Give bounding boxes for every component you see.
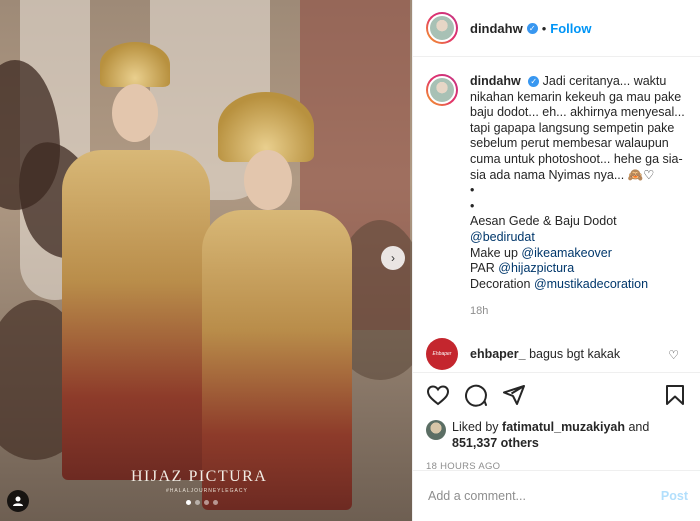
post-header: dindahw ✓ • Follow (413, 0, 700, 57)
author-avatar[interactable] (426, 12, 458, 44)
tagged-people-button[interactable] (7, 490, 29, 512)
carousel-dot (195, 500, 200, 505)
caption-body: dindahw ✓ Jadi ceritanya... waktu nikaha… (470, 74, 687, 320)
caption-bullet: • (470, 198, 475, 213)
groom-face (112, 84, 158, 142)
caption: dindahw ✓ Jadi ceritanya... waktu nikaha… (426, 74, 687, 320)
verified-badge-icon: ✓ (526, 22, 538, 34)
mention-link[interactable]: @bedirudat (470, 230, 535, 244)
next-photo-button[interactable]: › (381, 246, 405, 270)
credit-line: PAR @hijazpictura (470, 261, 575, 276)
chevron-right-icon: › (391, 251, 395, 265)
photo-watermark-hashtag: #HALALJOURNEYLEGACY (166, 488, 248, 494)
post-sidebar: dindahw ✓ • Follow dindahw ✓ Jadi cerita… (412, 0, 700, 521)
likes-count[interactable]: 851,337 others (452, 436, 539, 450)
header-separator: • (541, 20, 547, 36)
credit-line: @bedirudat (470, 230, 687, 246)
caption-avatar[interactable] (426, 74, 458, 106)
comment-input[interactable] (428, 489, 661, 503)
bride-outfit (202, 210, 352, 510)
mention-link[interactable]: @mustikadecoration (534, 277, 648, 291)
caption-outfit-line: Aesan Gede & Baju Dodot (470, 214, 617, 229)
follow-button[interactable]: Follow (550, 21, 591, 36)
photo-watermark: HIJAZ PICTURA (131, 468, 268, 485)
caption-text: Jadi ceritanya... waktu nikahan kemarin … (470, 74, 685, 182)
commenter-username[interactable]: ehbaper_ (470, 347, 526, 361)
add-comment-bar: Post (413, 470, 700, 521)
carousel-dot (204, 500, 209, 505)
caption-timestamp[interactable]: 18h (470, 304, 687, 320)
bookmark-icon[interactable] (663, 383, 687, 407)
commenter-avatar[interactable]: Ehbaper (426, 337, 458, 370)
groom-crown (100, 42, 170, 87)
likes-summary: Liked by fatimatul_muzakiyah and 851,337… (426, 419, 691, 451)
user-tag-icon (13, 496, 23, 506)
share-icon[interactable] (502, 383, 526, 407)
credit-line: Decoration @mustikadecoration (470, 276, 649, 291)
comments-section[interactable]: dindahw ✓ Jadi ceritanya... waktu nikaha… (413, 58, 700, 378)
comment-like-heart-icon[interactable]: ♡ (668, 348, 679, 362)
credit-line: Make up @ikeamakeover (470, 245, 612, 260)
post-photo[interactable]: HIJAZ PICTURA #HALALJOURNEYLEGACY › (0, 0, 412, 521)
groom-outfit (62, 150, 210, 480)
carousel-indicator (186, 500, 218, 505)
mention-link[interactable]: @hijazpictura (498, 261, 574, 275)
author-username[interactable]: dindahw (470, 21, 523, 36)
post-actions: Liked by fatimatul_muzakiyah and 851,337… (413, 372, 700, 472)
bride-face (244, 150, 292, 210)
comment-text: bagus bgt kakak (529, 346, 621, 361)
mention-link[interactable]: @ikeamakeover (521, 246, 612, 260)
carousel-dot (186, 500, 191, 505)
verified-badge-icon: ✓ (528, 76, 540, 88)
comment-icon[interactable] (464, 383, 488, 407)
liker-avatar[interactable] (426, 420, 446, 440)
heart-icon[interactable] (426, 383, 450, 407)
comment-body: ehbaper_ bagus bgt kakak (470, 347, 620, 361)
post-comment-button[interactable]: Post (661, 489, 688, 503)
caption-username[interactable]: dindahw (470, 74, 521, 88)
liker-username[interactable]: fatimatul_muzakiyah (502, 420, 625, 434)
carousel-dot (213, 500, 218, 505)
action-icons (426, 381, 691, 409)
comment-item: Ehbaper ehbaper_ bagus bgt kakak ♡ (426, 337, 687, 370)
caption-bullet: • (470, 183, 475, 198)
